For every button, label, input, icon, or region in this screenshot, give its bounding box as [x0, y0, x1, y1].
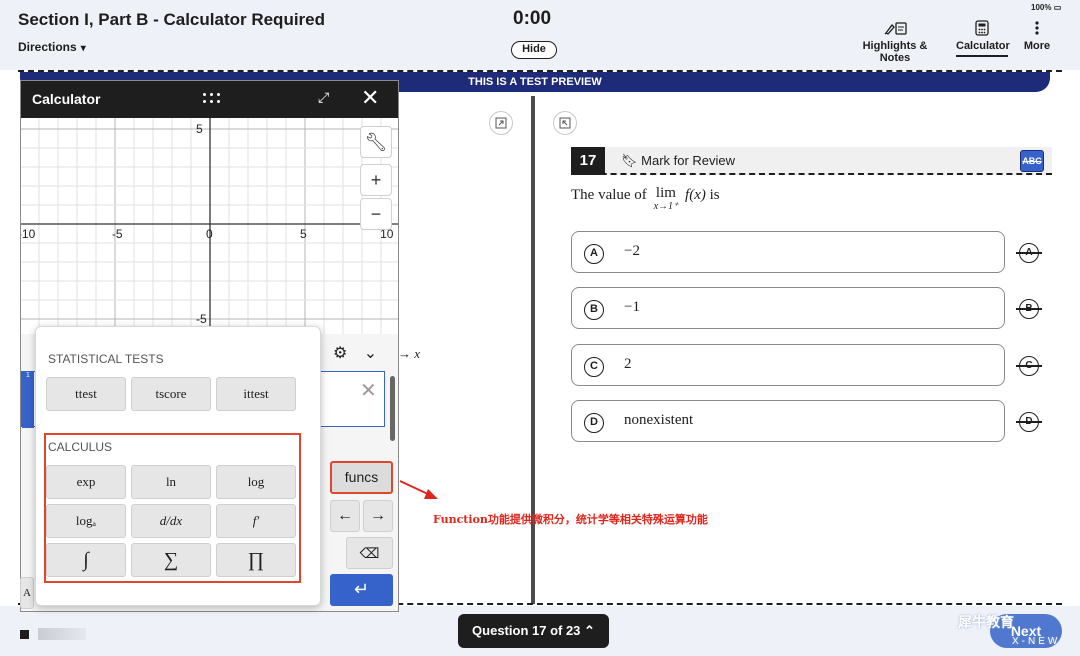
- calculator-titlebar[interactable]: Calculator ⤢ ✕: [21, 81, 398, 118]
- directions-toggle[interactable]: Directions ▾: [18, 40, 86, 54]
- x-axis-label: x: [414, 346, 421, 361]
- expression-index: 1: [22, 372, 34, 428]
- keypad-a-key[interactable]: A: [20, 577, 34, 609]
- choice-text: nonexistent: [624, 412, 694, 428]
- x-tick-label: -10: [21, 227, 36, 241]
- question-nav-label: Question 17 of 23: [472, 623, 581, 638]
- calculator-tool[interactable]: Calculator: [956, 20, 1010, 57]
- graph-canvas[interactable]: -10-505105-5 🔧︎ + −: [21, 118, 398, 334]
- x-axis-arrow: → x: [398, 346, 421, 361]
- settings-gear-icon[interactable]: ⚙︎: [333, 345, 347, 362]
- choice-text: −1: [624, 299, 640, 315]
- zoom-out-button[interactable]: −: [360, 198, 392, 230]
- student-name-blurred: [38, 628, 86, 640]
- drag-handle-icon[interactable]: [201, 90, 223, 108]
- calculus-highlight-box: [44, 433, 301, 583]
- enter-icon[interactable]: ↵: [330, 574, 393, 606]
- chevron-up-icon: ⌃: [584, 623, 595, 638]
- expand-icon: [495, 117, 507, 129]
- choice-letter: B: [584, 300, 604, 320]
- directions-label: Directions: [18, 40, 77, 54]
- list-toolbar: ⚙︎ ⌄: [333, 343, 377, 363]
- limit-expression: lim x→1⁺: [653, 185, 679, 213]
- timer: 0:00: [513, 8, 552, 29]
- annotation-arrow-icon: [399, 480, 438, 499]
- x-tick-label: -5: [112, 227, 123, 241]
- list-scrollbar[interactable]: [390, 376, 395, 441]
- more-label: More: [1023, 40, 1051, 52]
- statistical-tests-heading: STATISTICAL TESTS: [48, 352, 164, 366]
- zoom-in-button[interactable]: +: [360, 164, 392, 196]
- cross-out-a-button[interactable]: A: [1016, 243, 1042, 263]
- battery-percent: 100%: [1031, 3, 1052, 12]
- x-tick-label: 5: [300, 227, 307, 241]
- expand-calculator-icon[interactable]: ⤢: [318, 89, 329, 106]
- collapse-icon: [559, 117, 571, 129]
- section-title: Section I, Part B - Calculator Required: [18, 10, 326, 29]
- tscore-button[interactable]: tscore: [131, 377, 211, 411]
- mark-for-review[interactable]: 🔖︎ Mark for Review: [621, 153, 735, 169]
- x-tick-label: 0: [206, 227, 213, 241]
- graph-grid: -10-505105-5: [21, 118, 398, 334]
- function-expression: f(x): [685, 187, 706, 203]
- calculator-icon: [975, 20, 989, 36]
- expand-left-pane-button[interactable]: [489, 111, 513, 135]
- cross-out-c-button[interactable]: C: [1016, 356, 1042, 376]
- answer-choice-b[interactable]: B −1: [571, 287, 1005, 329]
- choice-letter: A: [584, 244, 604, 264]
- choice-letter: D: [584, 413, 604, 433]
- annotation-text: Function功能提供微积分，统计学等相关特殊运算功能: [433, 513, 708, 526]
- delete-expression-icon[interactable]: ✕: [360, 378, 377, 403]
- watermark-logo: 犀牛教育: [958, 614, 1014, 630]
- question-header: 17 🔖︎ Mark for Review ABC: [571, 147, 1052, 175]
- more-vertical-icon: [1035, 21, 1039, 35]
- pen-note-icon: [884, 22, 907, 35]
- watermark-text: X-NEW: [1012, 636, 1061, 647]
- highlights-notes-label: Highlights & Notes: [862, 40, 928, 64]
- answer-choice-a[interactable]: A −2: [571, 231, 1005, 273]
- choice-text: 2: [624, 356, 632, 372]
- bookmark-icon: 🔖︎: [621, 153, 638, 168]
- limit-subscript: x→1⁺: [653, 201, 679, 212]
- more-menu[interactable]: More: [1022, 20, 1052, 52]
- cross-out-b-button[interactable]: B: [1016, 299, 1042, 319]
- choice-letter: C: [584, 357, 604, 377]
- answer-choice-c[interactable]: C 2: [571, 344, 1005, 386]
- calculator-title: Calculator: [32, 91, 101, 107]
- cross-out-d-button[interactable]: D: [1016, 412, 1042, 432]
- funcs-button[interactable]: funcs: [330, 461, 393, 494]
- wrench-icon[interactable]: 🔧︎: [360, 126, 392, 158]
- close-icon[interactable]: ✕: [361, 85, 379, 111]
- calculator-label: Calculator: [956, 40, 1010, 52]
- limit-word: lim: [655, 185, 676, 201]
- highlights-notes-tool[interactable]: Highlights & Notes: [848, 20, 942, 64]
- answer-eliminator-toggle[interactable]: ABC: [1020, 150, 1044, 172]
- right-arrow-key[interactable]: →: [363, 500, 393, 532]
- chevron-down-icon: ▾: [80, 43, 86, 54]
- expand-right-pane-button[interactable]: [553, 111, 577, 135]
- collapse-list-icon[interactable]: ⌄: [364, 345, 377, 362]
- battery-indicator: 100% ▭: [1031, 3, 1062, 12]
- question-number: 17: [571, 147, 605, 175]
- choice-text: −2: [624, 243, 640, 259]
- backspace-icon[interactable]: ⌫: [346, 537, 393, 569]
- question-text-suffix: is: [709, 187, 720, 203]
- ittest-button[interactable]: ittest: [216, 377, 296, 411]
- mark-for-review-label: Mark for Review: [641, 153, 736, 168]
- y-tick-label: -5: [196, 312, 207, 326]
- ttest-button[interactable]: ttest: [46, 377, 126, 411]
- hide-timer-button[interactable]: Hide: [511, 41, 557, 59]
- left-arrow-key[interactable]: ←: [330, 500, 360, 532]
- pane-divider[interactable]: [531, 96, 535, 604]
- question-navigator-button[interactable]: Question 17 of 23 ⌃: [458, 614, 609, 648]
- y-tick-label: 5: [196, 122, 203, 136]
- question-text-prefix: The value of: [571, 187, 647, 203]
- user-icon: [20, 630, 29, 639]
- question-text: The value of lim x→1⁺ f(x) is: [571, 185, 720, 213]
- answer-choice-d[interactable]: D nonexistent: [571, 400, 1005, 442]
